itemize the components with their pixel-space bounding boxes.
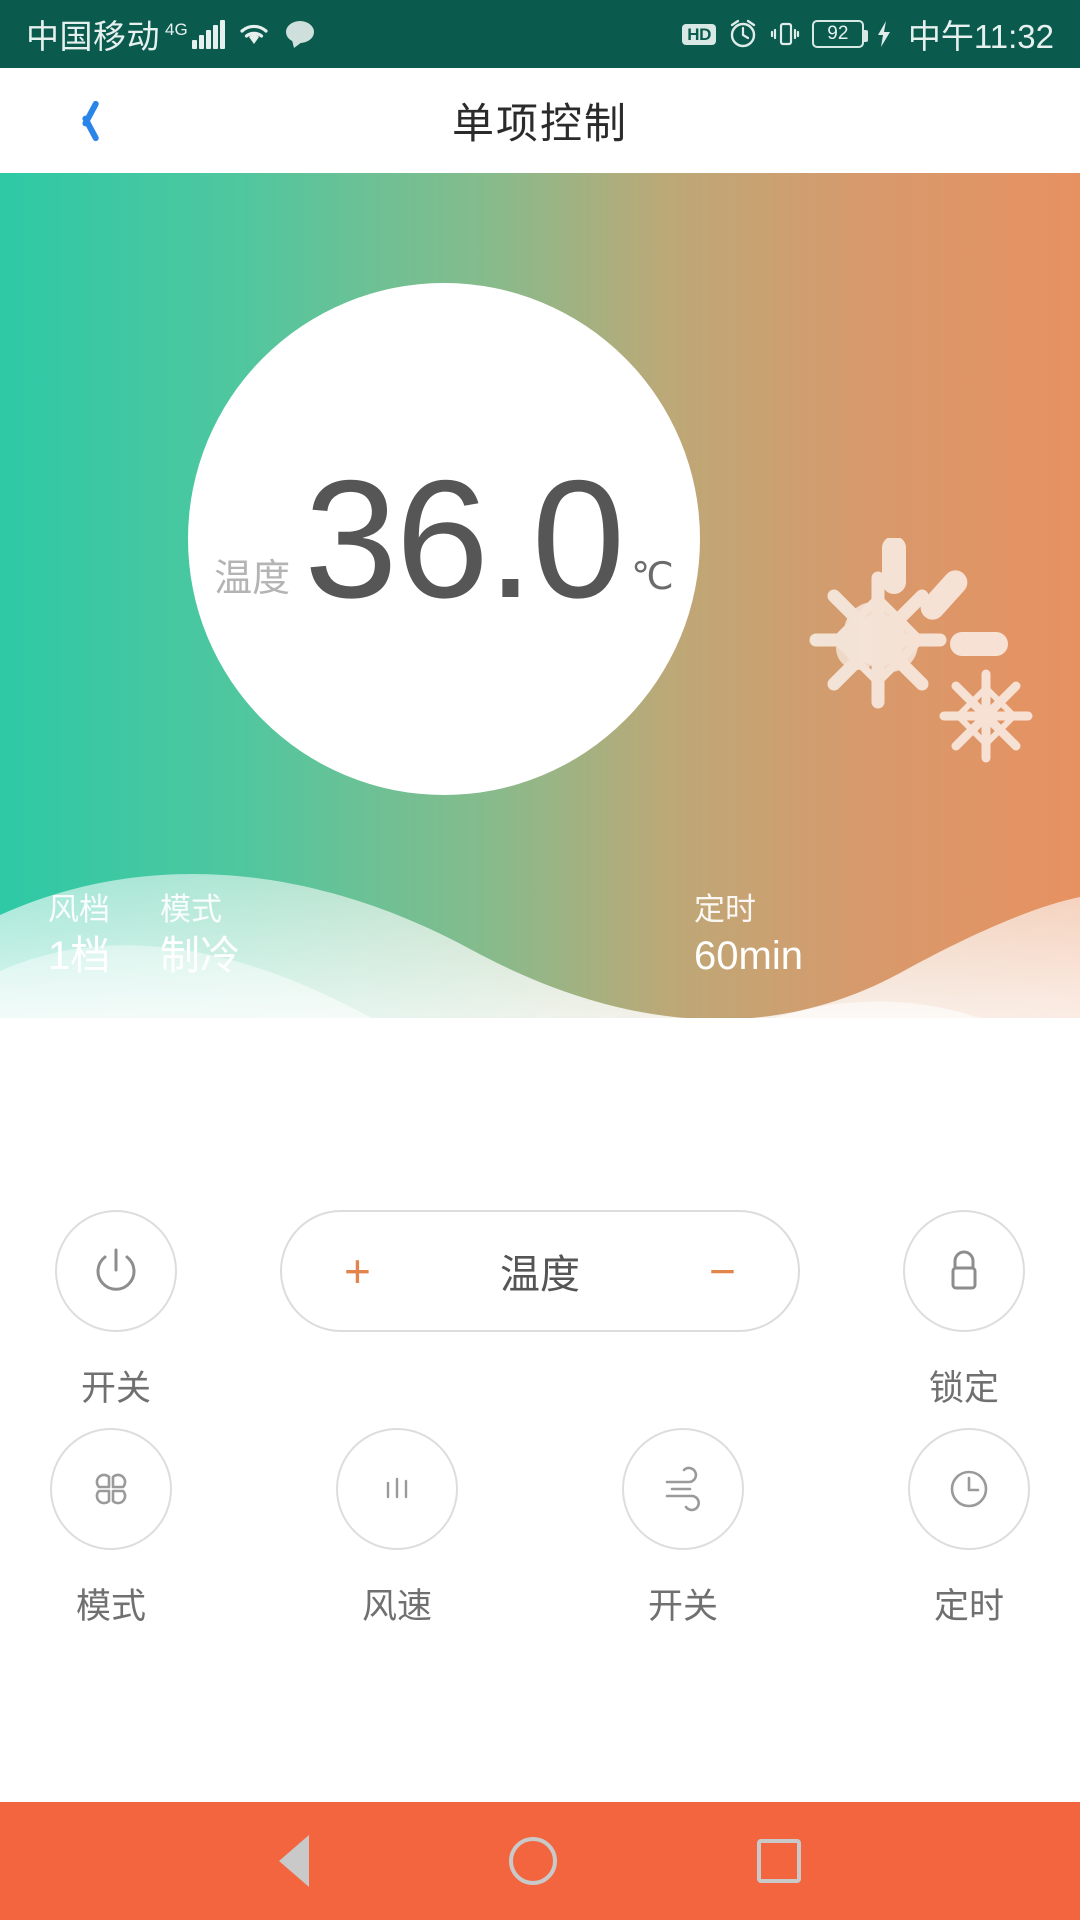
fan-speed-bars-icon: [386, 1477, 408, 1499]
swing-label: 开关: [647, 1587, 718, 1626]
info-mode-key: 模式: [160, 892, 222, 927]
power-control[interactable]: 开关: [55, 1210, 177, 1411]
hd-badge: HD: [682, 23, 716, 45]
status-bar-left: 中国移动 4G: [26, 10, 317, 58]
fan-speed-control[interactable]: 风速: [336, 1428, 458, 1629]
info-fan-level-key: 风档: [48, 892, 110, 927]
info-timer: 定时 60min: [694, 891, 803, 982]
nav-back-icon[interactable]: [279, 1835, 309, 1887]
nav-home-icon[interactable]: [509, 1837, 557, 1885]
android-nav-bar: [0, 1802, 1080, 1920]
hero-panel: 温度 36.0 ℃ 风档 1档 模式 制冷 定时 60min: [0, 173, 1080, 1210]
temperature-stepper[interactable]: + 温度 −: [280, 1210, 800, 1332]
temperature-readout: 温度 36.0 ℃: [214, 455, 674, 623]
controls-row-1: 开关 + 温度 − 锁定: [0, 1210, 1080, 1411]
swing-button[interactable]: [622, 1428, 744, 1550]
temperature-dial-label: 温度: [214, 558, 291, 600]
lock-label: 锁定: [928, 1369, 999, 1408]
temperature-control[interactable]: + 温度 −: [280, 1210, 800, 1332]
mode-label: 模式: [75, 1587, 146, 1626]
temperature-unit: ℃: [631, 556, 674, 598]
info-timer-value: 60min: [694, 933, 803, 978]
charging-bolt-icon: [876, 20, 892, 48]
snowflake-decoration-icon: [800, 536, 1060, 788]
phone-screen: 中国移动 4G HD 92 中午11:32 单项控制 温度 36.0 ℃ 风档 …: [0, 0, 1080, 1920]
info-fan-level-value: 1档: [48, 933, 111, 978]
back-button[interactable]: [40, 68, 130, 173]
timer-label: 定时: [933, 1587, 1004, 1626]
battery-icon: 92: [811, 20, 868, 48]
controls-panel: 开关 + 温度 − 锁定 模式 风速 开关 定时: [0, 1210, 1080, 1780]
vibrate-icon: [770, 19, 800, 49]
power-icon: [96, 1248, 136, 1291]
timer-button[interactable]: [908, 1428, 1030, 1550]
alarm-clock-icon: [728, 19, 758, 49]
timer-control[interactable]: 定时: [908, 1428, 1030, 1629]
power-button[interactable]: [55, 1210, 177, 1332]
controls-row-2: 模式 风速 开关 定时: [0, 1428, 1080, 1629]
info-mode-value: 制冷: [160, 933, 240, 978]
temperature-decrease-button[interactable]: −: [709, 1248, 736, 1294]
mode-control[interactable]: 模式: [50, 1428, 172, 1629]
swing-control[interactable]: 开关: [622, 1428, 744, 1629]
clock-label: 中午11:32: [907, 18, 1054, 55]
fan-speed-button[interactable]: [336, 1428, 458, 1550]
status-bar-right: HD 92 中午11:32: [682, 10, 1054, 58]
mode-grid-icon: [95, 1473, 127, 1505]
info-fan-level: 风档 1档: [48, 891, 110, 982]
nav-recents-icon[interactable]: [757, 1839, 801, 1883]
power-label: 开关: [80, 1369, 151, 1408]
battery-level-label: 92: [811, 20, 868, 48]
temperature-stepper-label: 温度: [500, 1253, 580, 1297]
wifi-icon: [237, 20, 271, 48]
signal-bars-icon: [190, 19, 225, 49]
message-bubble-icon: [283, 19, 317, 49]
temperature-increase-button[interactable]: +: [344, 1248, 371, 1294]
info-mode: 模式 制冷: [160, 891, 240, 982]
carrier-label: 中国移动: [26, 18, 160, 55]
mode-button[interactable]: [50, 1428, 172, 1550]
temperature-value: 36.0: [304, 445, 625, 633]
temperature-dial[interactable]: 温度 36.0 ℃: [188, 283, 700, 795]
network-type-label: 4G: [165, 20, 188, 39]
page-title: 单项控制: [451, 100, 628, 147]
swing-wind-icon: [665, 1466, 700, 1512]
info-timer-key: 定时: [694, 892, 756, 927]
lock-button[interactable]: [903, 1210, 1025, 1332]
lock-icon: [951, 1250, 977, 1290]
clock-icon: [950, 1470, 988, 1508]
title-bar: 单项控制: [0, 68, 1080, 173]
back-chevron-icon: [72, 98, 98, 144]
lock-control[interactable]: 锁定: [903, 1210, 1025, 1411]
fan-speed-label: 风速: [361, 1587, 432, 1626]
status-bar: 中国移动 4G HD 92 中午11:32: [0, 0, 1080, 68]
